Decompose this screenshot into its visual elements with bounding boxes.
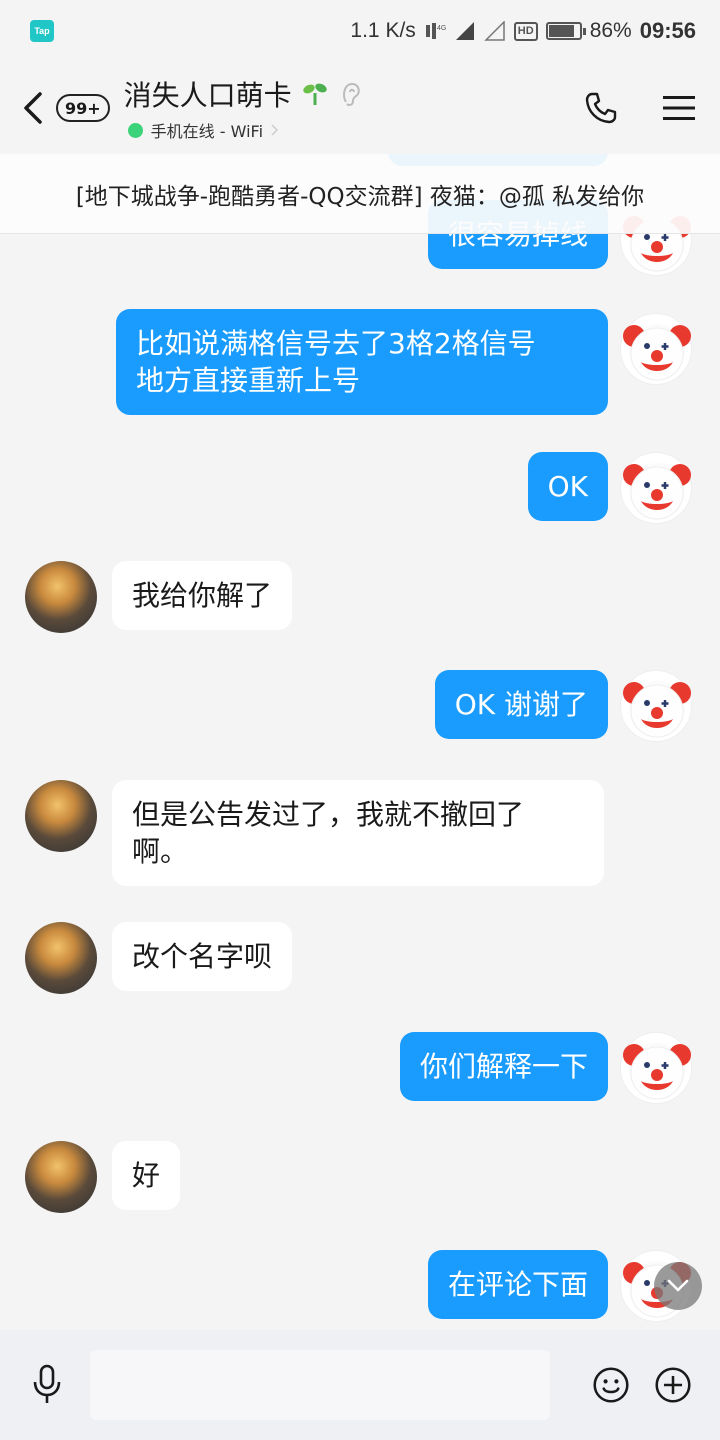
self-avatar[interactable] bbox=[620, 313, 692, 385]
chat-title: 消失人口萌卡 bbox=[123, 79, 292, 112]
group-mention-text: [地下城战争-跑酷勇者-QQ交流群] 夜猫：@孤 私发给你 bbox=[75, 183, 645, 210]
message-text: OK bbox=[547, 470, 588, 503]
smiley-icon bbox=[593, 1367, 629, 1403]
online-status: 手机在线 - WiFi bbox=[127, 118, 364, 142]
clock: 09:56 bbox=[639, 18, 696, 43]
message-bubble-theirs[interactable]: 好 bbox=[112, 1141, 181, 1210]
contact-avatar[interactable] bbox=[25, 1141, 97, 1213]
chevron-down-icon bbox=[667, 1279, 689, 1292]
message-text: 我给你解了 bbox=[132, 579, 273, 612]
clown-face-icon bbox=[623, 324, 691, 381]
clown-face-icon bbox=[623, 681, 691, 738]
network-speed: 1.1 K/s bbox=[350, 19, 416, 42]
self-avatar[interactable] bbox=[620, 670, 692, 742]
message-bubble-theirs[interactable]: 我给你解了 bbox=[112, 561, 293, 630]
ear-icon[interactable] bbox=[338, 80, 364, 108]
message-text: 在评论下面 bbox=[447, 1268, 588, 1301]
more-actions-button[interactable] bbox=[654, 1366, 692, 1404]
call-button[interactable] bbox=[582, 89, 620, 127]
mobile-data-icon: 4G bbox=[425, 23, 446, 39]
hamburger-menu-icon bbox=[663, 96, 695, 120]
message-text: 你们解释一下 bbox=[419, 1050, 588, 1083]
group-mention-banner[interactable]: [地下城战争-跑酷勇者-QQ交流群] 夜猫：@孤 私发给你 bbox=[0, 154, 720, 234]
svg-text:4G: 4G bbox=[437, 25, 446, 32]
contact-avatar[interactable] bbox=[25, 922, 97, 994]
status-bar: Tap 1.1 K/s 4G HD 86% 09:56 bbox=[0, 0, 720, 62]
chat-title-block[interactable]: 消失人口萌卡 手机在线 - WiFi bbox=[124, 74, 364, 142]
tap-app-icon: Tap bbox=[30, 20, 54, 42]
message-bubble-mine[interactable]: OK 谢谢了 bbox=[434, 670, 608, 739]
plus-circle-icon bbox=[655, 1367, 691, 1403]
signal-empty-icon bbox=[483, 21, 505, 41]
sprout-icon bbox=[302, 83, 327, 105]
message-text: 啊。 bbox=[132, 835, 189, 868]
message-text: OK 谢谢了 bbox=[454, 688, 588, 721]
message-list[interactable]: [地下城战争-跑酷勇者-QQ交流群] 夜猫：@孤 私发给你 很容易掉线 比如说满… bbox=[0, 154, 720, 1330]
self-avatar[interactable] bbox=[620, 452, 692, 524]
emoji-button[interactable] bbox=[592, 1366, 630, 1404]
clown-face-icon bbox=[623, 1043, 691, 1100]
clown-face-icon bbox=[623, 463, 691, 520]
online-dot-icon bbox=[127, 122, 143, 138]
battery-icon bbox=[545, 22, 586, 40]
chevron-left-icon bbox=[24, 92, 42, 124]
message-bubble-mine[interactable]: 你们解释一下 bbox=[399, 1032, 608, 1101]
signal-full-icon bbox=[455, 22, 474, 40]
menu-button[interactable] bbox=[660, 89, 698, 127]
message-bubble-mine[interactable]: 在评论下面 bbox=[427, 1250, 608, 1319]
self-avatar[interactable] bbox=[620, 1032, 692, 1104]
message-text: 改个名字呗 bbox=[132, 940, 273, 973]
battery-percent: 86% bbox=[589, 19, 632, 42]
unread-count-badge[interactable]: 99+ bbox=[56, 94, 110, 122]
message-text: 比如说满格信号去了3格2格信号 bbox=[136, 327, 536, 360]
scroll-to-bottom-button[interactable] bbox=[654, 1262, 702, 1310]
message-text: 好 bbox=[132, 1159, 161, 1192]
phone-icon bbox=[585, 92, 617, 124]
message-input[interactable] bbox=[90, 1350, 550, 1420]
message-bubble-theirs[interactable]: 改个名字呗 bbox=[112, 922, 293, 991]
back-button[interactable] bbox=[22, 88, 52, 128]
hd-voice-icon: HD bbox=[513, 21, 538, 41]
status-indicators: 1.1 K/s 4G HD 86% 09:56 bbox=[350, 18, 696, 44]
contact-avatar[interactable] bbox=[25, 780, 97, 852]
message-text: 但是公告发过了，我就不撤回了 bbox=[132, 798, 525, 831]
microphone-icon bbox=[33, 1364, 61, 1403]
contact-avatar[interactable] bbox=[25, 561, 97, 633]
message-bubble-mine[interactable]: OK bbox=[527, 452, 608, 521]
chevron-right-icon bbox=[271, 124, 279, 136]
message-bubble-mine[interactable]: 比如说满格信号去了3格2格信号 地方直接重新上号 bbox=[116, 309, 608, 415]
message-text: 地方直接重新上号 bbox=[136, 364, 361, 397]
chat-header: 99+ 消失人口萌卡 手机在线 - WiFi bbox=[0, 62, 720, 154]
message-bubble-theirs[interactable]: 但是公告发过了，我就不撤回了 啊。 bbox=[112, 780, 604, 886]
online-status-text: 手机在线 - WiFi bbox=[150, 122, 264, 141]
voice-input-button[interactable] bbox=[28, 1364, 66, 1404]
battery-level-fill bbox=[548, 25, 575, 37]
composer-bar bbox=[0, 1330, 720, 1440]
